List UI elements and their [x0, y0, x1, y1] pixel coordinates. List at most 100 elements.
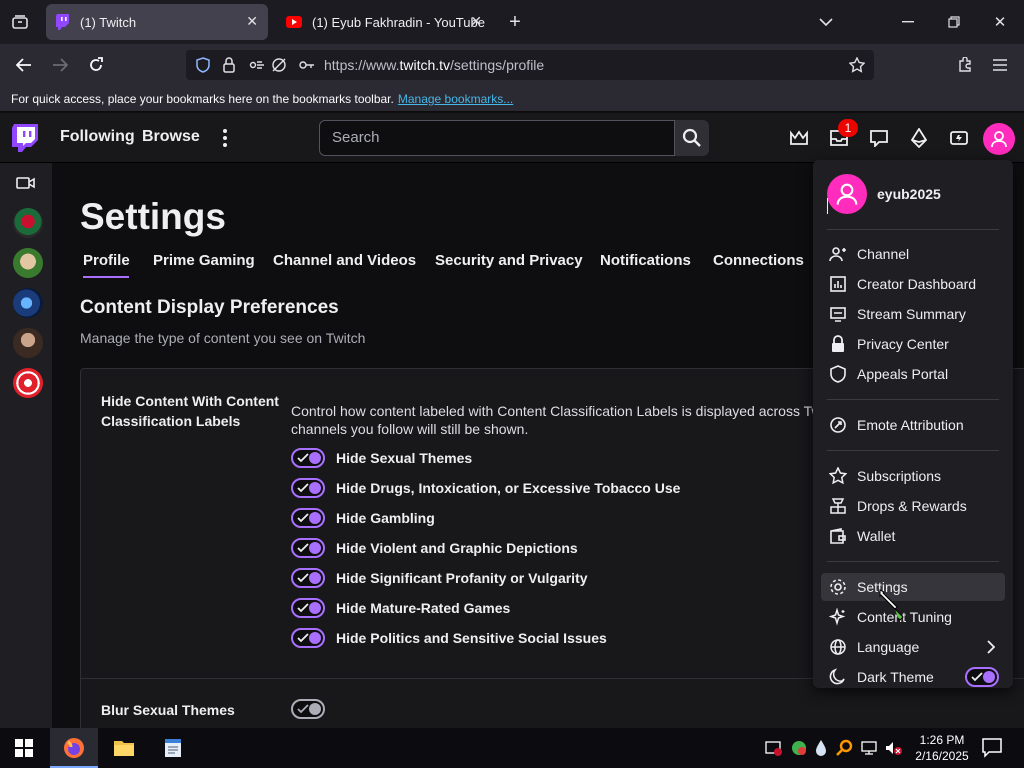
- menu-item-wallet[interactable]: Wallet: [821, 522, 1005, 550]
- menu-item-label: Emote Attribution: [857, 417, 964, 433]
- file-explorer-icon[interactable]: [112, 736, 136, 760]
- menu-item-privacy-center[interactable]: Privacy Center: [821, 330, 1005, 358]
- user-avatar-button[interactable]: [983, 123, 1015, 155]
- toggle-switch[interactable]: [291, 538, 325, 558]
- close-window-icon[interactable]: ✕: [990, 12, 1010, 32]
- back-icon[interactable]: [14, 55, 34, 75]
- toggle-switch[interactable]: [291, 568, 325, 588]
- tracking-shield-icon[interactable]: [194, 56, 212, 74]
- toggle-switch[interactable]: [291, 508, 325, 528]
- tray-volume-muted-icon[interactable]: [884, 739, 902, 757]
- whispers-icon[interactable]: [868, 127, 890, 149]
- menu-item-dark-theme[interactable]: Dark Theme: [821, 663, 1005, 688]
- bookmarks-toolbar: For quick access, place your bookmarks h…: [0, 86, 1024, 112]
- permissions-icon[interactable]: [248, 56, 266, 74]
- taskbar-clock[interactable]: 1:26 PM 2/16/2025: [910, 732, 974, 764]
- tab-twitch[interactable]: (1) Twitch ✕: [46, 4, 268, 40]
- more-vertical-icon[interactable]: [214, 127, 236, 149]
- blur-toggle-switch[interactable]: [291, 699, 325, 719]
- menu-item-label: Wallet: [857, 528, 896, 544]
- close-tab-icon[interactable]: ✕: [470, 13, 482, 30]
- menu-item-subscriptions[interactable]: Subscriptions: [821, 462, 1005, 490]
- user-icon: [990, 130, 1008, 148]
- lock-icon[interactable]: [220, 56, 238, 74]
- followed-channels-icon[interactable]: [16, 175, 36, 191]
- tab-overview-icon[interactable]: [10, 12, 30, 32]
- menu-item-language[interactable]: Language: [821, 633, 1005, 661]
- turbo-icon[interactable]: [948, 127, 970, 149]
- tray-drop-icon[interactable]: [814, 739, 832, 757]
- menu-item-drops-rewards[interactable]: Drops & Rewards: [821, 492, 1005, 520]
- toggle-switch[interactable]: [291, 448, 325, 468]
- toggle-row: Hide Drugs, Intoxication, or Excessive T…: [291, 478, 680, 498]
- url-text[interactable]: https://www.twitch.tv/settings/profile: [324, 57, 544, 73]
- autoplay-blocked-icon[interactable]: [270, 56, 288, 74]
- tab-prime-gaming[interactable]: Prime Gaming: [153, 252, 255, 269]
- toggle-label: Hide Gambling: [336, 510, 435, 526]
- bits-icon[interactable]: [908, 127, 930, 149]
- nav-following[interactable]: Following: [60, 128, 135, 146]
- tray-network-icon[interactable]: [860, 739, 878, 757]
- tab-label: (1) Eyub Fakhradin - YouTube: [312, 14, 485, 30]
- list-tabs-icon[interactable]: [816, 12, 836, 32]
- tab-notifications[interactable]: Notifications: [600, 252, 691, 269]
- channel-avatar-4[interactable]: [13, 328, 43, 358]
- menu-item-label: Appeals Portal: [857, 366, 949, 382]
- toggle-label: Hide Sexual Themes: [336, 450, 473, 466]
- channel-avatar-5[interactable]: [13, 368, 43, 398]
- tab-channel-videos[interactable]: Channel and Videos: [273, 252, 416, 269]
- tray-app-icon[interactable]: [790, 739, 808, 757]
- search-button[interactable]: [675, 120, 709, 156]
- channel-avatar-1[interactable]: [13, 208, 43, 238]
- bookmark-star-icon[interactable]: [848, 56, 866, 74]
- check-icon: [297, 543, 309, 553]
- toggle-switch[interactable]: [291, 598, 325, 618]
- twitch-logo-icon[interactable]: [12, 124, 38, 152]
- notepad-app-icon[interactable]: [161, 736, 185, 760]
- menu-item-settings[interactable]: Settings: [821, 573, 1005, 601]
- bookmarks-hint-text: For quick access, place your bookmarks h…: [11, 92, 394, 106]
- channel-avatar-2[interactable]: [13, 248, 43, 278]
- toggle-switch[interactable]: [291, 478, 325, 498]
- menu-icon[interactable]: [990, 55, 1010, 75]
- extensions-icon[interactable]: [955, 55, 975, 75]
- toggle-switch[interactable]: [291, 628, 325, 648]
- wallet-icon: [829, 527, 847, 545]
- new-tab-icon[interactable]: +: [505, 11, 525, 33]
- check-icon: [297, 453, 309, 463]
- tab-label: (1) Twitch: [80, 14, 137, 30]
- menu-item-appeals-portal[interactable]: Appeals Portal: [821, 360, 1005, 388]
- tray-search-icon[interactable]: [836, 739, 854, 757]
- menu-item-emote-attribution[interactable]: Emote Attribution: [821, 411, 1005, 439]
- url-domain: twitch.tv: [399, 57, 451, 73]
- manage-bookmarks-link[interactable]: Manage bookmarks...: [398, 92, 513, 106]
- tray-network-shield-icon[interactable]: [765, 739, 783, 757]
- forward-icon[interactable]: [50, 55, 70, 75]
- channel-avatar-3[interactable]: [13, 288, 43, 318]
- restore-icon[interactable]: [944, 12, 964, 32]
- tab-youtube[interactable]: (1) Eyub Fakhradin - YouTube ✕: [276, 4, 492, 40]
- reload-icon[interactable]: [86, 55, 106, 75]
- tab-security-privacy[interactable]: Security and Privacy: [435, 252, 583, 269]
- menu-item-channel[interactable]: Channel: [821, 240, 1005, 268]
- taskbar-firefox[interactable]: [50, 728, 98, 768]
- menu-item-stream-summary[interactable]: Stream Summary: [821, 300, 1005, 328]
- menu-item-label: Stream Summary: [857, 306, 966, 322]
- menu-item-content-tuning[interactable]: Content Tuning: [821, 603, 1005, 631]
- windows-start-icon[interactable]: [12, 736, 36, 760]
- close-tab-icon[interactable]: ✕: [246, 13, 258, 30]
- menu-item-creator-dashboard[interactable]: Creator Dashboard: [821, 270, 1005, 298]
- dark-theme-toggle[interactable]: [965, 667, 999, 687]
- nav-browse[interactable]: Browse: [142, 128, 200, 146]
- notification-center-icon[interactable]: [981, 736, 1005, 760]
- url-bar[interactable]: https://www.twitch.tv/settings/profile: [186, 50, 874, 80]
- key-icon[interactable]: [298, 56, 316, 74]
- search-input[interactable]: Search: [319, 120, 675, 156]
- tab-connections[interactable]: Connections: [713, 252, 804, 269]
- setting-description-2: channels you follow will still be shown.: [291, 421, 529, 437]
- drops-icon: [829, 497, 847, 515]
- prime-crown-icon[interactable]: [788, 127, 810, 149]
- tab-profile[interactable]: Profile: [83, 252, 130, 269]
- toggle-label: Hide Significant Profanity or Vulgarity: [336, 570, 588, 586]
- minimize-icon[interactable]: [898, 12, 918, 32]
